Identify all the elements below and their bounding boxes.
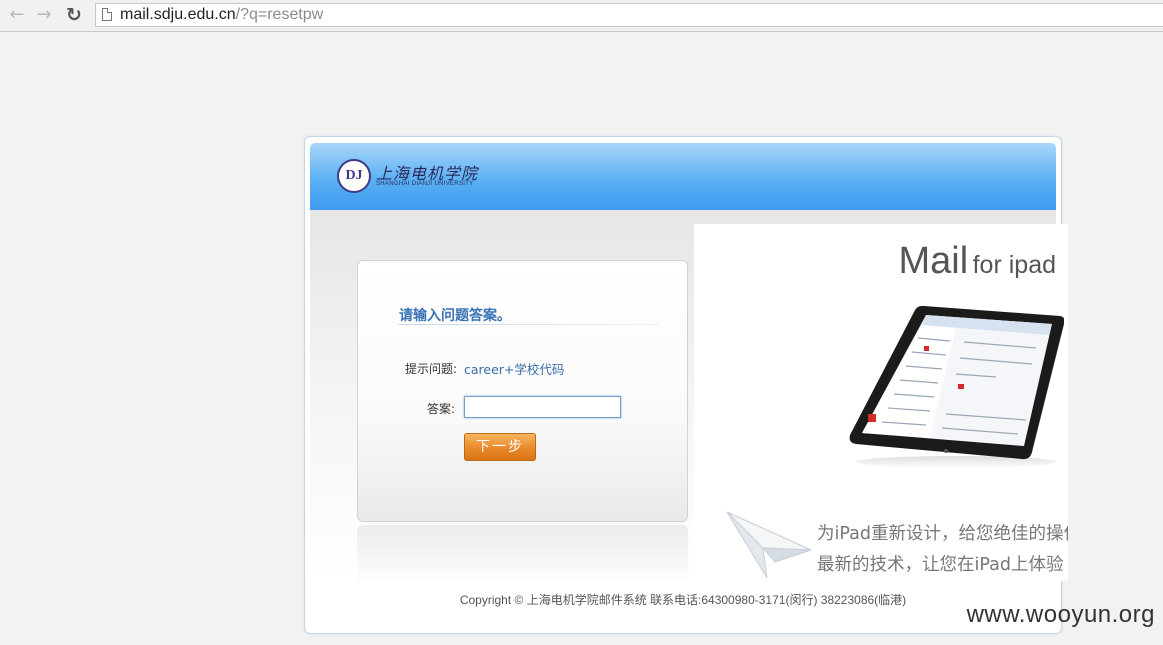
next-step-button[interactable]: 下一步 xyxy=(464,433,536,461)
hint-question-value: career+学校代码 xyxy=(464,362,565,377)
university-seal-icon: DJ xyxy=(337,159,371,193)
promo-title-for-ipad: for ipad xyxy=(972,251,1056,279)
hint-question-label: 提示问题: xyxy=(405,362,458,376)
address-bar[interactable]: mail.sdju.edu.cn/?q=resetpw xyxy=(95,3,1163,27)
url-text: mail.sdju.edu.cn/?q=resetpw xyxy=(120,6,323,24)
ipad-illustration xyxy=(849,305,1064,468)
panel-title: 请输入问题答案。 xyxy=(399,308,511,324)
panel-divider xyxy=(398,324,660,325)
promo-title: Mail for ipad xyxy=(898,240,1056,283)
answer-input[interactable] xyxy=(464,396,621,418)
url-path: /?q=resetpw xyxy=(235,6,324,23)
reload-icon[interactable]: ↻ xyxy=(63,4,85,26)
browser-toolbar: ← → ↻ mail.sdju.edu.cn/?q=resetpw xyxy=(0,0,1163,32)
url-host: mail.sdju.edu.cn xyxy=(120,6,236,23)
promo-title-mail: Mail xyxy=(898,240,969,282)
site-header: DJ 上海电机学院 SHANGHAI DIANJI UNIVERSITY xyxy=(310,143,1056,210)
promo-line-1: 为iPad重新设计，给您绝佳的操作 xyxy=(817,524,1068,544)
copyright-footer: Copyright © 上海电机学院邮件系统 联系电话:64300980-317… xyxy=(459,593,907,607)
university-name-en: SHANGHAI DIANJI UNIVERSITY xyxy=(376,181,474,187)
ipad-promo: Mail for ipad 为iPad重新设计，给您绝佳的操作 最新的技术，让您… xyxy=(694,224,1068,581)
watermark-text: www.wooyun.org xyxy=(966,601,1155,628)
reset-password-panel: 请输入问题答案。 提示问题: career+学校代码 答案: 下一步 xyxy=(357,260,688,522)
paper-plane-icon xyxy=(726,511,812,579)
promo-line-2: 最新的技术，让您在iPad上体验 xyxy=(817,555,1064,575)
panel-reflection xyxy=(357,525,688,585)
forward-arrow-icon[interactable]: → xyxy=(33,4,55,26)
page-icon xyxy=(102,8,112,21)
login-frame: DJ 上海电机学院 SHANGHAI DIANJI UNIVERSITY 请输入… xyxy=(304,136,1068,634)
answer-label: 答案: xyxy=(427,402,456,416)
back-arrow-icon[interactable]: ← xyxy=(6,4,28,26)
